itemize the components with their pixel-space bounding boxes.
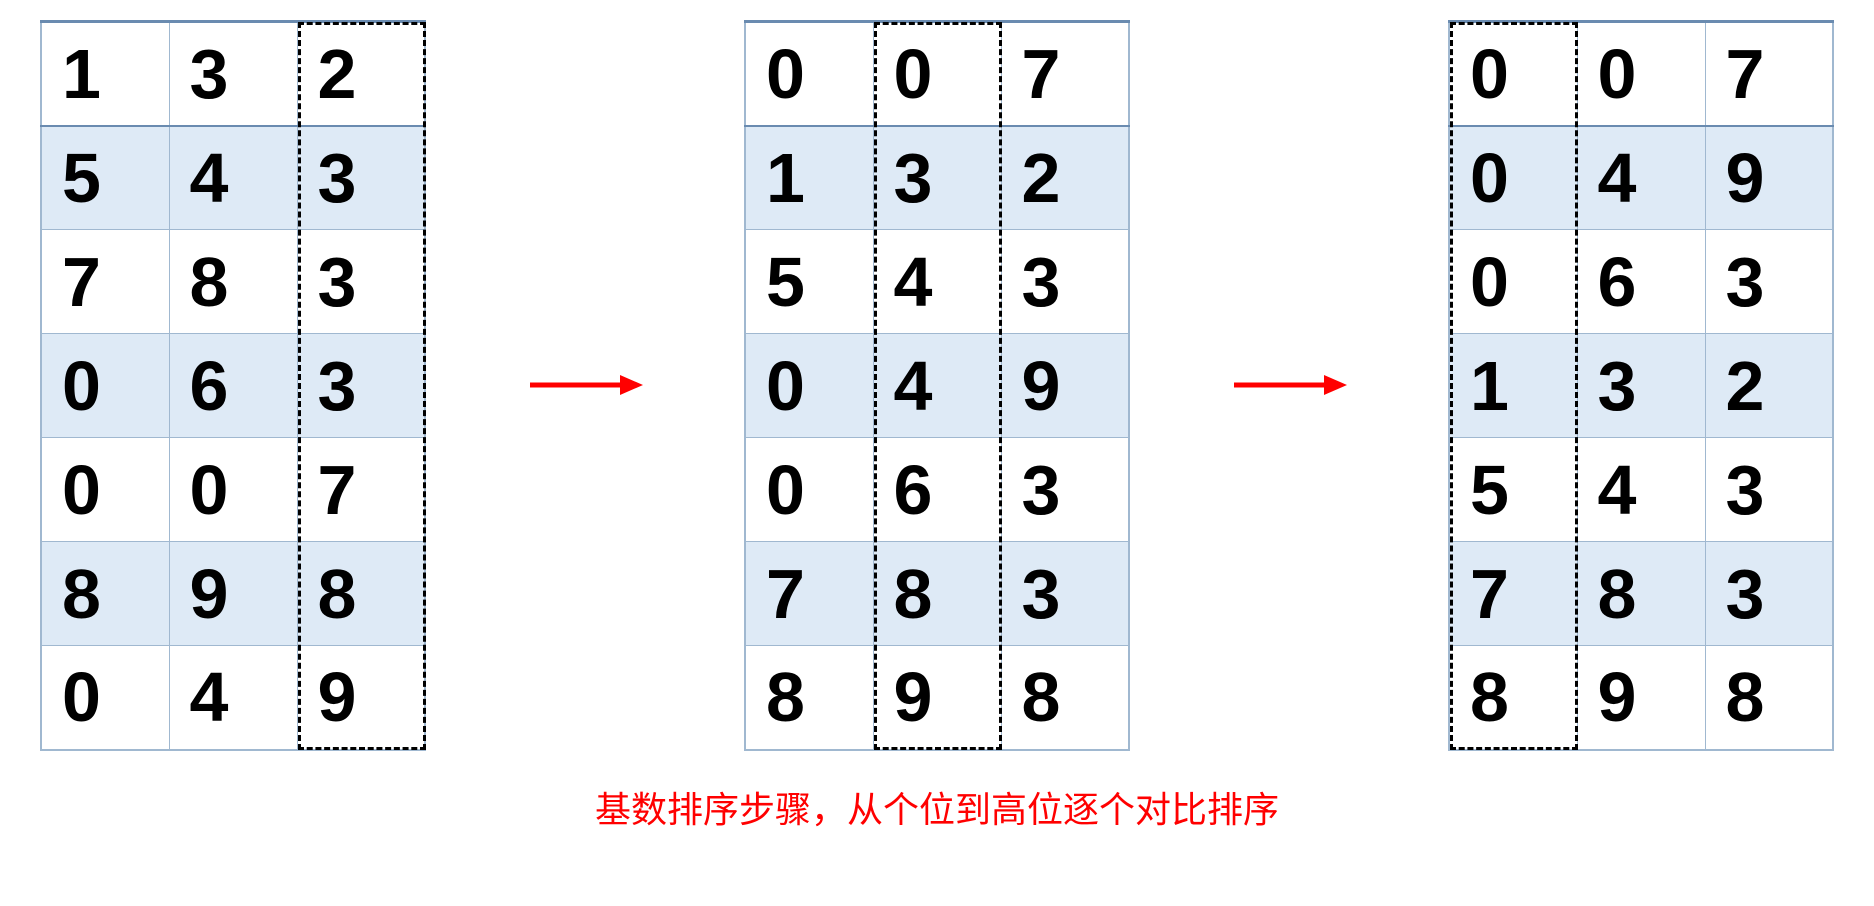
cell: 0 <box>41 438 169 542</box>
cell: 0 <box>1449 22 1577 126</box>
cell: 7 <box>1705 22 1833 126</box>
cell: 2 <box>1705 334 1833 438</box>
cell: 0 <box>745 22 873 126</box>
table-row: 132 <box>1449 334 1833 438</box>
cell: 3 <box>1577 334 1705 438</box>
cell: 5 <box>745 230 873 334</box>
table-row: 063 <box>745 438 1129 542</box>
cell: 3 <box>169 22 297 126</box>
arrow-icon <box>1229 365 1349 405</box>
table-row: 898 <box>745 646 1129 750</box>
table-row: 783 <box>1449 542 1833 646</box>
table-row: 132 <box>745 126 1129 230</box>
cell: 8 <box>169 230 297 334</box>
cell: 1 <box>41 22 169 126</box>
diagram-container: 132 543 783 063 007 898 049 007 132 543 … <box>40 20 1834 751</box>
cell: 3 <box>1705 230 1833 334</box>
cell: 4 <box>1577 126 1705 230</box>
caption-text: 基数排序步骤，从个位到高位逐个对比排序 <box>40 781 1834 833</box>
table-row: 132 <box>41 22 425 126</box>
table-row: 063 <box>41 334 425 438</box>
table-row: 049 <box>41 646 425 750</box>
cell: 9 <box>873 646 1001 750</box>
table-row: 007 <box>41 438 425 542</box>
cell: 9 <box>297 646 425 750</box>
cell: 3 <box>1001 542 1129 646</box>
arrow-icon <box>525 365 645 405</box>
cell: 9 <box>1001 334 1129 438</box>
table-row: 783 <box>41 230 425 334</box>
cell: 3 <box>297 230 425 334</box>
table-row: 543 <box>1449 438 1833 542</box>
cell: 6 <box>873 438 1001 542</box>
cell: 5 <box>41 126 169 230</box>
cell: 9 <box>1577 646 1705 750</box>
cell: 5 <box>1449 438 1577 542</box>
cell: 8 <box>1705 646 1833 750</box>
data-table-3: 007 049 063 132 543 783 898 <box>1448 20 1834 751</box>
cell: 3 <box>1001 230 1129 334</box>
cell: 6 <box>169 334 297 438</box>
cell: 7 <box>297 438 425 542</box>
cell: 8 <box>1449 646 1577 750</box>
cell: 7 <box>745 542 873 646</box>
cell: 4 <box>873 334 1001 438</box>
cell: 6 <box>1577 230 1705 334</box>
cell: 3 <box>297 334 425 438</box>
table-row: 063 <box>1449 230 1833 334</box>
table-row: 898 <box>1449 646 1833 750</box>
cell: 4 <box>169 126 297 230</box>
cell: 0 <box>41 646 169 750</box>
cell: 4 <box>873 230 1001 334</box>
table-row: 543 <box>745 230 1129 334</box>
cell: 3 <box>873 126 1001 230</box>
table-row: 898 <box>41 542 425 646</box>
cell: 2 <box>1001 126 1129 230</box>
cell: 3 <box>297 126 425 230</box>
cell: 3 <box>1001 438 1129 542</box>
data-table-2: 007 132 543 049 063 783 898 <box>744 20 1130 751</box>
table-row: 049 <box>1449 126 1833 230</box>
cell: 4 <box>1577 438 1705 542</box>
cell: 3 <box>1705 542 1833 646</box>
cell: 8 <box>297 542 425 646</box>
table-step-1: 132 543 783 063 007 898 049 <box>40 20 426 751</box>
table-row: 049 <box>745 334 1129 438</box>
cell: 0 <box>1449 126 1577 230</box>
cell: 7 <box>1001 22 1129 126</box>
table-step-3: 007 049 063 132 543 783 898 <box>1448 20 1834 751</box>
table-row: 007 <box>1449 22 1833 126</box>
cell: 0 <box>745 438 873 542</box>
cell: 1 <box>1449 334 1577 438</box>
cell: 9 <box>169 542 297 646</box>
table-row: 543 <box>41 126 425 230</box>
cell: 0 <box>745 334 873 438</box>
cell: 0 <box>873 22 1001 126</box>
cell: 8 <box>1001 646 1129 750</box>
cell: 0 <box>1577 22 1705 126</box>
table-step-2: 007 132 543 049 063 783 898 <box>744 20 1130 751</box>
cell: 2 <box>297 22 425 126</box>
cell: 9 <box>1705 126 1833 230</box>
cell: 7 <box>41 230 169 334</box>
cell: 4 <box>169 646 297 750</box>
data-table-1: 132 543 783 063 007 898 049 <box>40 20 426 751</box>
cell: 8 <box>745 646 873 750</box>
cell: 0 <box>41 334 169 438</box>
cell: 7 <box>1449 542 1577 646</box>
cell: 8 <box>41 542 169 646</box>
cell: 0 <box>1449 230 1577 334</box>
cell: 3 <box>1705 438 1833 542</box>
cell: 1 <box>745 126 873 230</box>
table-row: 007 <box>745 22 1129 126</box>
cell: 0 <box>169 438 297 542</box>
cell: 8 <box>1577 542 1705 646</box>
cell: 8 <box>873 542 1001 646</box>
table-row: 783 <box>745 542 1129 646</box>
